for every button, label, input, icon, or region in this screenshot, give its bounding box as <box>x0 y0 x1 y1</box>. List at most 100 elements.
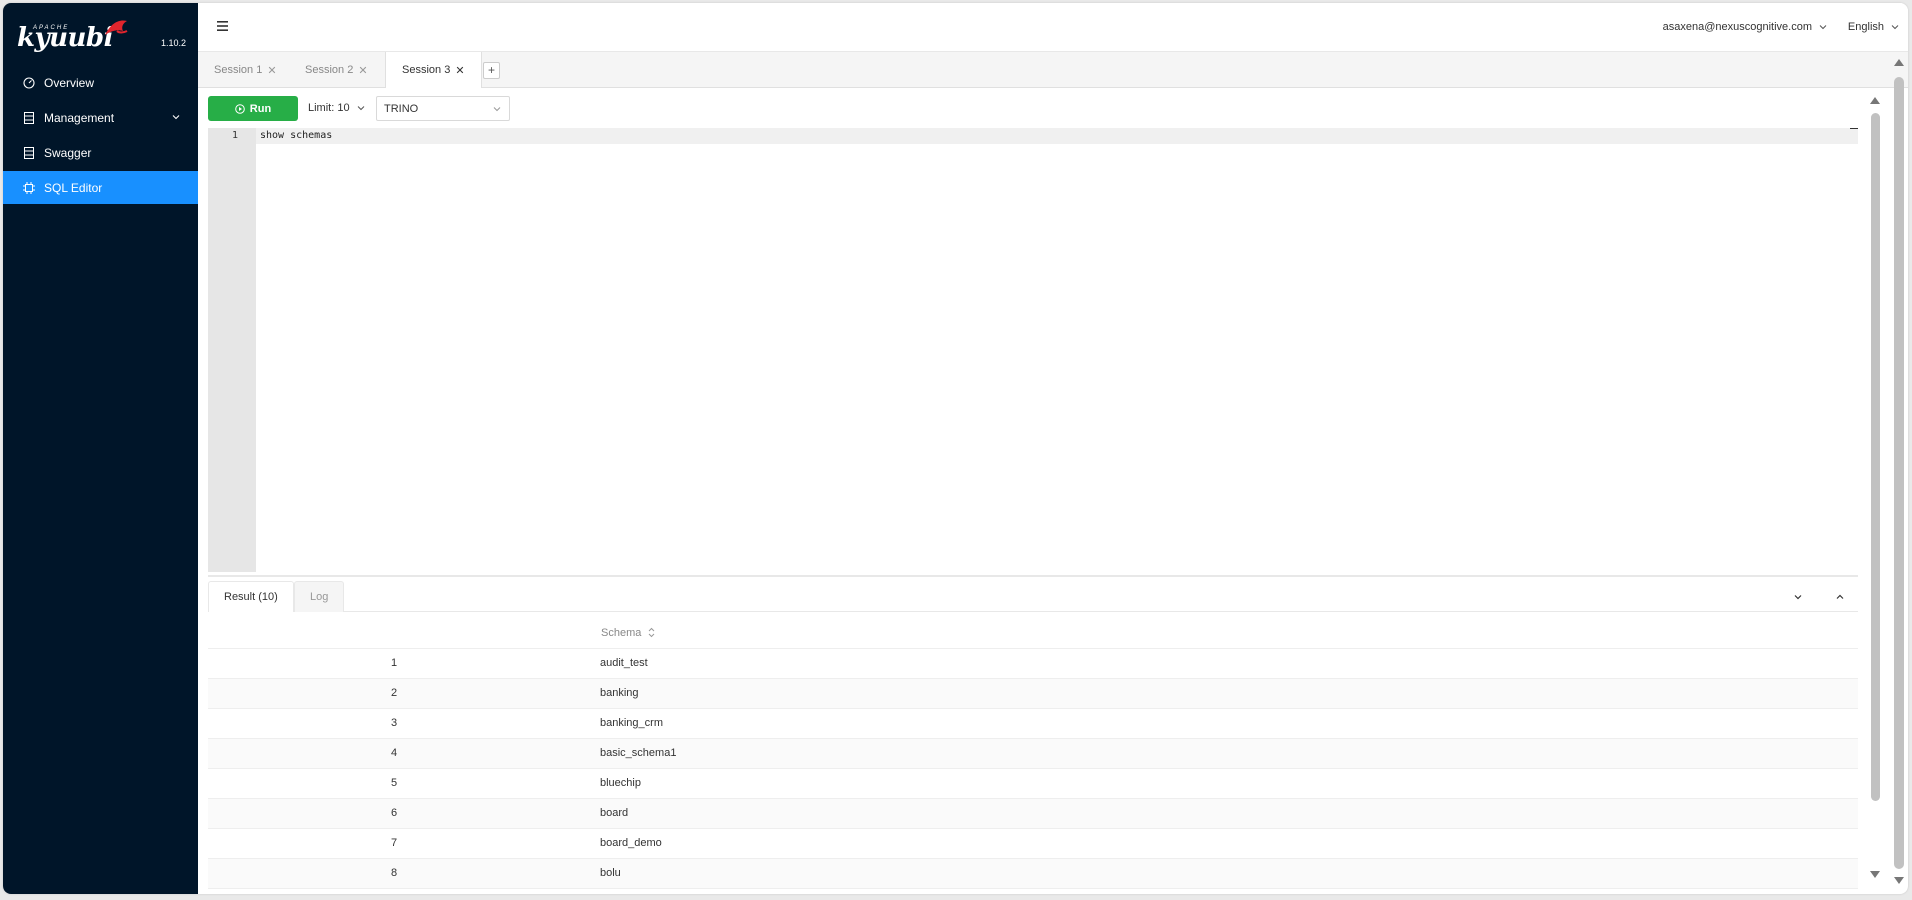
chevron-down-icon[interactable] <box>1792 591 1804 603</box>
row-index: 6 <box>208 798 580 829</box>
add-session-button[interactable]: + <box>483 62 500 79</box>
language-selector[interactable]: English <box>1848 21 1900 33</box>
index-column-header <box>208 618 580 649</box>
tab-session-1[interactable]: Session 1 ✕ <box>198 52 293 88</box>
row-index: 7 <box>208 828 580 859</box>
top-header: asaxena@nexuscognitive.com English <box>198 3 1908 52</box>
engine-value: TRINO <box>384 103 419 115</box>
table-row[interactable]: 6 board <box>208 798 1858 829</box>
sidebar-item-swagger[interactable]: Swagger <box>3 136 198 169</box>
language-label: English <box>1847 21 1884 33</box>
row-schema: bluechip <box>580 768 1858 799</box>
results-panel: Result (10) Log Schema 1 audit_test 2 bank… <box>208 581 1858 894</box>
file-icon <box>22 146 36 160</box>
content-scrollbar[interactable] <box>1867 93 1883 891</box>
row-index: 4 <box>208 738 580 769</box>
column-label: Schema <box>601 626 642 639</box>
run-label: Run <box>249 102 272 115</box>
table-row[interactable]: 8 bolu <box>208 858 1858 889</box>
page-scrollbar[interactable] <box>1891 55 1907 891</box>
row-schema: board_demo <box>580 828 1858 859</box>
row-schema: banking_crm <box>580 708 1858 739</box>
editor-results-splitter[interactable] <box>208 575 1858 577</box>
sidebar-item-label: Overview <box>44 75 95 90</box>
line-number: 1 <box>231 130 238 141</box>
line-gutter: 1 <box>208 128 256 572</box>
sort-icon[interactable] <box>648 627 655 638</box>
table-row[interactable]: 2 banking <box>208 678 1858 709</box>
chevron-down-icon <box>172 115 180 120</box>
active-line-highlight <box>256 128 1858 144</box>
close-icon[interactable]: ✕ <box>358 64 367 77</box>
user-email: asaxena@nexuscognitive.com <box>1662 21 1812 33</box>
row-index: 5 <box>208 768 580 799</box>
sql-editor[interactable]: 1 show schemas <box>208 128 1858 572</box>
play-icon <box>234 103 245 114</box>
chevron-down-icon <box>493 107 501 112</box>
table-row[interactable]: 1 audit_test <box>208 648 1858 679</box>
row-schema: board <box>580 798 1858 829</box>
sidebar-item-management[interactable]: Management <box>3 101 198 134</box>
logo-wordmark: kyuubi <box>17 23 114 53</box>
tab-session-3[interactable]: Session 3 ✕ <box>385 52 482 88</box>
table-row[interactable]: 5 bluechip <box>208 768 1858 799</box>
tab-label: Session 2 <box>305 64 354 76</box>
chevron-down-icon <box>1891 25 1899 30</box>
row-index: 3 <box>208 708 580 739</box>
chevron-down-icon <box>357 106 364 111</box>
results-table: Schema 1 audit_test 2 banking 3 banking_crm… <box>208 618 1858 889</box>
sidebar-item-label: SQL Editor <box>44 180 103 195</box>
kyuubi-logo[interactable]: APACHE kyuubi <box>13 15 193 55</box>
row-index: 2 <box>208 678 580 709</box>
chevron-down-icon <box>1819 25 1827 30</box>
sidebar-item-sql-editor[interactable]: SQL Editor <box>3 171 198 204</box>
minimap-marker <box>1850 128 1858 129</box>
row-schema: basic_schema1 <box>580 738 1858 769</box>
limit-label: Limit: 10 <box>308 102 350 114</box>
close-icon[interactable]: ✕ <box>267 64 276 77</box>
sidebar: APACHE kyuubi 1.10.2 Overview Management <box>3 3 198 894</box>
table-row[interactable]: 4 basic_schema1 <box>208 738 1858 769</box>
tab-log[interactable]: Log <box>294 581 345 612</box>
row-schema: audit_test <box>580 648 1858 679</box>
row-schema: bolu <box>580 858 1858 889</box>
tab-result[interactable]: Result (10) <box>208 581 294 612</box>
chip-icon <box>22 181 36 195</box>
gauge-icon <box>22 76 36 90</box>
schema-column-header[interactable]: Schema <box>580 618 1858 649</box>
tab-label: Session 1 <box>214 64 263 76</box>
code-text[interactable]: show schemas <box>260 130 332 141</box>
scroll-up-arrow[interactable] <box>1870 97 1880 104</box>
database-icon <box>22 111 36 125</box>
table-row[interactable]: 7 board_demo <box>208 828 1858 859</box>
editor-toolbar: Run Limit: 10 TRINO <box>208 96 808 122</box>
scroll-down-arrow[interactable] <box>1870 871 1880 878</box>
app-window: APACHE kyuubi 1.10.2 Overview Management <box>3 3 1908 894</box>
version-label: 1.10.2 <box>160 38 186 48</box>
row-schema: banking <box>580 678 1858 709</box>
scrollbar-thumb[interactable] <box>1894 77 1904 869</box>
run-button[interactable]: Run <box>208 96 298 121</box>
user-menu[interactable]: asaxena@nexuscognitive.com <box>1663 21 1828 33</box>
close-icon[interactable]: ✕ <box>455 64 464 77</box>
table-header-row: Schema <box>208 618 1858 649</box>
limit-dropdown[interactable]: Limit: 10 <box>308 102 366 114</box>
tab-session-2[interactable]: Session 2 ✕ <box>289 52 384 88</box>
row-index: 1 <box>208 648 580 679</box>
sidebar-item-label: Swagger <box>44 145 92 160</box>
menu-toggle-icon[interactable] <box>216 19 232 33</box>
tab-label: Session 3 <box>402 64 451 76</box>
sidebar-item-overview[interactable]: Overview <box>3 66 198 99</box>
scrollbar-thumb[interactable] <box>1871 113 1880 801</box>
feather-icon <box>105 20 128 35</box>
chevron-up-icon[interactable] <box>1834 591 1846 603</box>
scroll-up-arrow[interactable] <box>1894 59 1904 66</box>
sidebar-item-label: Management <box>44 110 115 125</box>
row-index: 8 <box>208 858 580 889</box>
scroll-down-arrow[interactable] <box>1894 877 1904 884</box>
session-tabs: Session 1 ✕ Session 2 ✕ Session 3 ✕ + <box>198 52 1908 88</box>
engine-select[interactable]: TRINO <box>376 96 510 121</box>
sidebar-nav: Overview Management Swagger SQL Editor <box>3 66 198 206</box>
table-row[interactable]: 3 banking_crm <box>208 708 1858 739</box>
results-tabs: Result (10) Log <box>208 581 1858 612</box>
